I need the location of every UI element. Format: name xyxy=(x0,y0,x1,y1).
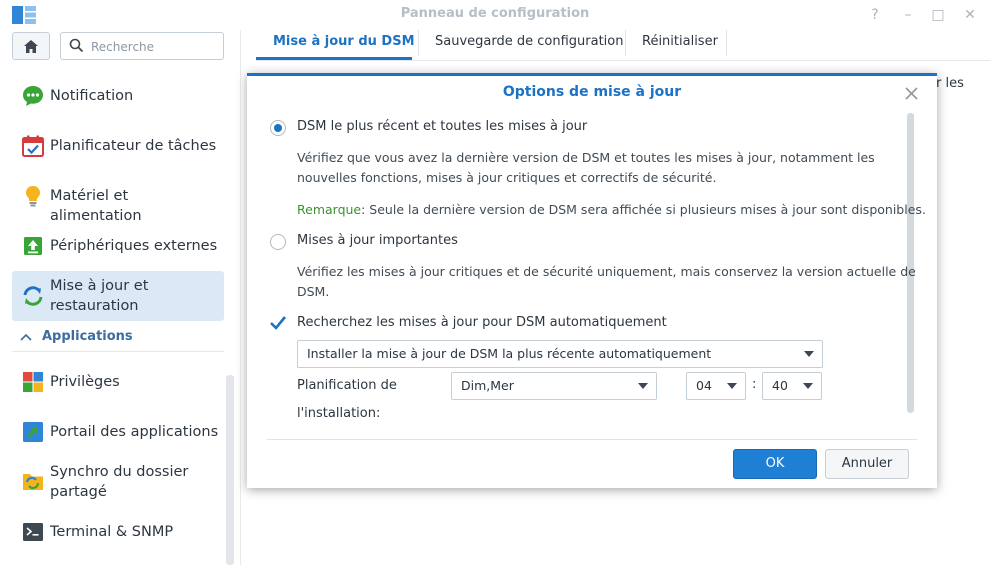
maximize-button[interactable]: □ xyxy=(928,6,948,24)
radio-label: DSM le plus récent et toutes les mises à… xyxy=(297,119,588,134)
sidebar-item-label: restauration xyxy=(50,298,139,314)
shared-folder-sync-icon xyxy=(23,474,43,490)
sidebar-item-label: Matériel et alimentation xyxy=(50,188,142,224)
tab-config-backup[interactable]: Sauvegarde de configuration xyxy=(435,34,623,49)
chevron-down-icon xyxy=(638,383,648,389)
time-separator: : xyxy=(752,377,757,392)
sidebar-item-terminal-snmp[interactable]: Terminal & SNMP xyxy=(12,507,224,557)
background-page-text: r les xyxy=(936,76,964,91)
tab-dsm-update[interactable]: Mise à jour du DSM xyxy=(273,34,415,49)
schedule-days-select[interactable]: Dim,Mer xyxy=(451,372,657,400)
tab-reset[interactable]: Réinitialiser xyxy=(642,34,718,49)
chevron-down-icon xyxy=(727,383,737,389)
notification-icon xyxy=(23,86,43,106)
tab-separator xyxy=(625,30,626,56)
section-divider xyxy=(12,351,224,352)
schedule-hour-select[interactable]: 04 xyxy=(686,372,746,400)
application-portal-icon xyxy=(23,422,43,442)
minimize-button[interactable]: – xyxy=(898,6,918,24)
update-restore-icon xyxy=(23,286,43,306)
sidebar-item-application-portal[interactable]: Portail des applications xyxy=(12,407,224,457)
chevron-down-icon xyxy=(803,383,813,389)
ok-button[interactable]: OK xyxy=(733,449,817,479)
chevron-down-icon xyxy=(804,351,814,357)
remark-text: Remarque: Seule la dernière version de D… xyxy=(297,200,926,220)
external-devices-icon xyxy=(24,237,42,255)
option1-description-line1: Vérifiez que vous avez la dernière versi… xyxy=(297,150,875,165)
option2-description-line2: DSM. xyxy=(297,284,330,299)
close-icon[interactable] xyxy=(905,87,918,100)
sidebar-item-hardware-power[interactable]: Matériel et alimentation xyxy=(12,171,224,224)
schedule-minute-select[interactable]: 40 xyxy=(762,372,822,400)
sidebar-scrollbar[interactable] xyxy=(226,375,234,565)
dialog-footer-divider xyxy=(267,439,917,440)
sidebar-item-privileges[interactable]: Privilèges xyxy=(12,357,224,407)
radio-important-updates[interactable] xyxy=(270,234,286,250)
schedule-label-line1: Planification de xyxy=(297,378,397,393)
sidebar-item-label: partagé xyxy=(50,484,107,500)
hardware-power-icon xyxy=(26,186,40,207)
close-window-button[interactable]: ✕ xyxy=(960,6,980,24)
select-value: 04 xyxy=(696,378,712,393)
remark-label: Remarque xyxy=(297,202,362,217)
search-box[interactable] xyxy=(60,32,224,60)
sidebar-item-shared-folder-sync[interactable]: Synchro du dossier partagé xyxy=(12,457,224,507)
home-icon xyxy=(24,39,38,53)
select-value: 40 xyxy=(772,378,788,393)
tab-bar: Mise à jour du DSM Sauvegarde de configu… xyxy=(256,30,990,61)
sidebar-item-label: Portail des applications xyxy=(50,424,219,440)
sidebar-item-label: Synchro du dossier xyxy=(50,464,189,480)
option2-description-line1: Vérifiez les mises à jour critiques et d… xyxy=(297,264,916,279)
task-scheduler-icon xyxy=(22,135,44,157)
option1-description-line2: nouvelles fonctions, mises à jour critiq… xyxy=(297,170,717,185)
select-value: Dim,Mer xyxy=(461,378,514,393)
sidebar-item-label: Mise à jour et xyxy=(50,278,149,294)
section-header-applications[interactable]: Applications xyxy=(42,329,133,344)
sidebar-item-label: Terminal & SNMP xyxy=(50,524,174,540)
title-bar: Panneau de configuration ? – □ ✕ xyxy=(0,0,990,30)
sidebar-item-task-scheduler[interactable]: Planificateur de tâches xyxy=(12,121,224,171)
search-input[interactable] xyxy=(89,37,221,57)
update-options-dialog: Options de mise à jour DSM le plus récen… xyxy=(247,73,937,488)
radio-latest-dsm-all-updates[interactable] xyxy=(270,120,286,136)
auto-check-checkbox[interactable] xyxy=(269,314,287,332)
select-value: Installer la mise à jour de DSM la plus … xyxy=(307,346,712,361)
radio-label: Mises à jour importantes xyxy=(297,233,458,248)
search-icon xyxy=(69,38,84,53)
privileges-icon xyxy=(23,372,43,392)
sidebar-item-update-restore[interactable]: Mise à jour et restauration xyxy=(12,271,224,321)
checkbox-label: Recherchez les mises à jour pour DSM aut… xyxy=(297,315,667,330)
schedule-label-line2: l'installation: xyxy=(297,406,381,421)
sidebar-item-label: Notification xyxy=(50,88,134,104)
dialog-title: Options de mise à jour xyxy=(502,84,682,100)
sidebar-item-notification[interactable]: Notification xyxy=(12,71,224,121)
window-title: Panneau de configuration xyxy=(400,6,590,21)
sidebar-item-label: Privilèges xyxy=(50,374,120,390)
sidebar-item-label: Planificateur de tâches xyxy=(50,138,217,154)
help-button[interactable]: ? xyxy=(865,6,885,24)
tab-separator xyxy=(726,30,727,56)
tab-separator xyxy=(418,30,419,56)
active-tab-indicator xyxy=(256,57,412,60)
cancel-button[interactable]: Annuler xyxy=(825,449,909,479)
sidebar-item-external-devices[interactable]: Périphériques externes xyxy=(12,221,224,271)
auto-install-select[interactable]: Installer la mise à jour de DSM la plus … xyxy=(297,340,823,368)
sidebar-item-label: Périphériques externes xyxy=(50,238,218,254)
home-button[interactable] xyxy=(12,32,50,60)
terminal-snmp-icon xyxy=(23,523,43,541)
remark-body: : Seule la dernière version de DSM sera … xyxy=(361,202,926,217)
chevron-up-icon[interactable] xyxy=(20,333,32,341)
